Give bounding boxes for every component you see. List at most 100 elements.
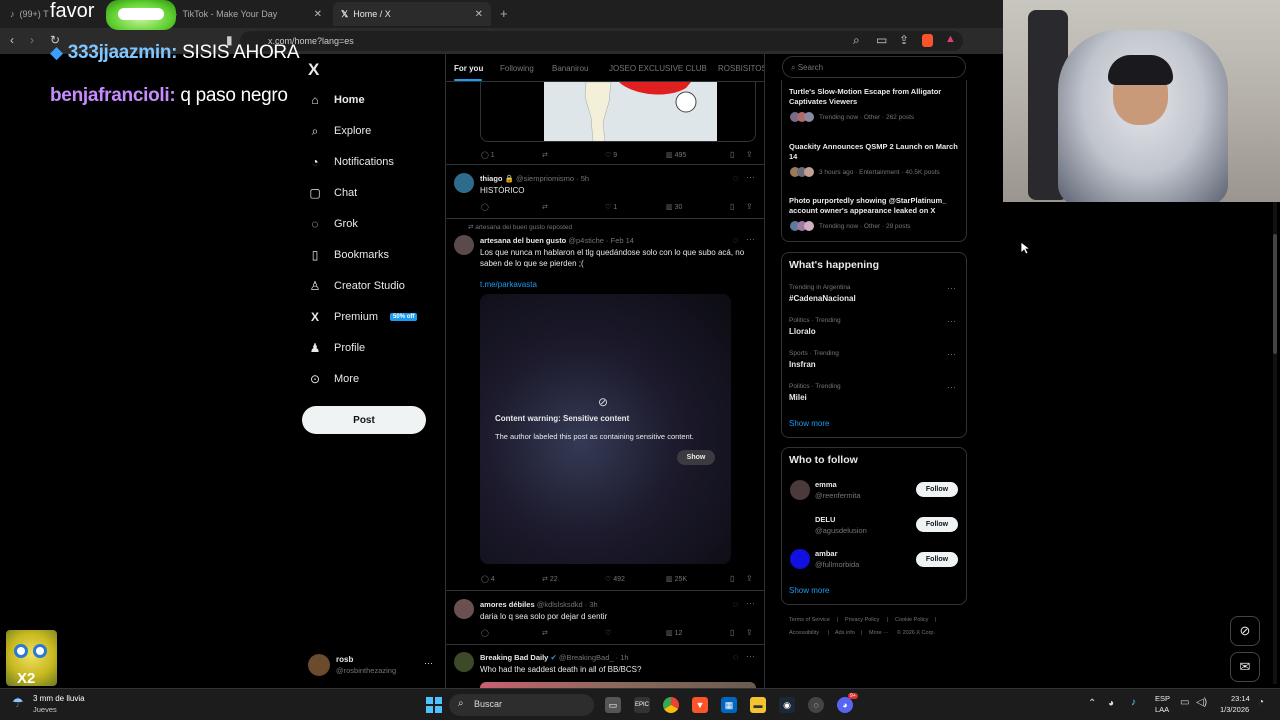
reply-button[interactable]: ◯ — [481, 203, 489, 211]
nav-premium[interactable]: X Premium 50% off — [308, 305, 418, 329]
grok-icon[interactable]: ◌ — [733, 235, 738, 245]
discord-tray-icon[interactable]: ◕ — [1108, 698, 1114, 709]
avatar[interactable] — [790, 480, 810, 500]
trend-name[interactable]: Lloralo — [789, 327, 816, 336]
brave-icon[interactable]: ▼ — [692, 697, 708, 713]
footer-cookie-link[interactable]: Cookie Policy — [895, 617, 928, 623]
close-icon[interactable]: ✕ — [475, 9, 483, 20]
show-more-link[interactable]: Show more — [789, 419, 829, 428]
brave-rewards-icon[interactable]: ▲ — [945, 33, 956, 45]
suggested-user-name[interactable]: emma — [815, 480, 837, 489]
share-icon[interactable]: ⇪ — [746, 202, 753, 211]
tab-for-you[interactable]: For you — [454, 64, 483, 73]
bookmark-icon[interactable]: ▯ — [730, 202, 734, 211]
show-button[interactable]: Show — [677, 450, 715, 465]
grok-float-button[interactable]: ⊘ — [1230, 616, 1260, 646]
steam-icon[interactable]: ◉ — [779, 697, 795, 713]
browser-tab-active[interactable]: 𝕏 Home / X ✕ — [333, 2, 491, 26]
grok-icon[interactable]: ◌ — [733, 599, 738, 609]
views-button[interactable]: ▥ 25K — [666, 575, 687, 583]
footer-terms-link[interactable]: Terms of Service — [789, 617, 830, 623]
browser-tab[interactable]: ♪ TikTok - Make Your Day ✕ — [165, 3, 330, 25]
more-dots-icon[interactable]: ··· — [947, 349, 956, 359]
search-input[interactable]: ⌕ Search — [782, 56, 966, 78]
brave-shield-icon[interactable] — [922, 34, 933, 47]
author-name[interactable]: amores débiles — [480, 600, 535, 609]
footer-privacy-link[interactable]: Privacy Policy — [845, 617, 879, 623]
reply-button[interactable]: ◯ 1 — [481, 151, 495, 159]
post-time[interactable]: · 3h — [585, 600, 598, 609]
avatar[interactable] — [454, 173, 474, 193]
more-dots-icon[interactable]: ··· — [947, 283, 956, 293]
windows-start-icon[interactable] — [426, 697, 442, 713]
bookmark-icon[interactable]: ▯ — [730, 628, 734, 637]
scrollbar-thumb[interactable] — [1273, 234, 1277, 354]
file-explorer-icon[interactable]: ▬ — [750, 697, 766, 713]
tab-rosbisitos[interactable]: ROSBISITOS — [718, 64, 764, 73]
messages-float-button[interactable]: ✉ — [1230, 652, 1260, 682]
more-dots-icon[interactable]: ··· — [746, 598, 755, 608]
share-icon[interactable]: ⇪ — [746, 150, 753, 159]
cast-icon[interactable]: ▭ — [876, 33, 887, 47]
avatar[interactable] — [790, 514, 810, 534]
more-dots-icon[interactable]: ··· — [746, 234, 755, 244]
nav-more[interactable]: ⊙ More — [308, 367, 359, 391]
discord-icon[interactable]: ◕ — [837, 697, 853, 713]
share-icon[interactable]: ⇪ — [899, 33, 909, 47]
more-dots-icon[interactable]: ··· — [947, 382, 956, 392]
weather-text[interactable]: 3 mm de lluvia — [33, 694, 85, 703]
task-view-icon[interactable]: ▭ — [605, 697, 621, 713]
repost-button[interactable]: ⇄ — [542, 151, 548, 159]
reply-button[interactable]: ◯ — [481, 629, 489, 637]
forward-icon[interactable]: › — [30, 33, 34, 47]
app-icon[interactable]: ◌ — [808, 697, 824, 713]
footer-accessibility-link[interactable]: Accessibility — [789, 630, 819, 636]
share-icon[interactable]: ⇪ — [746, 628, 753, 637]
chrome-icon[interactable] — [663, 697, 679, 713]
tab-following[interactable]: Following — [500, 64, 534, 73]
like-button[interactable]: ♡ 492 — [605, 575, 625, 583]
news-title[interactable]: Turtle's Slow-Motion Escape from Alligat… — [789, 87, 959, 107]
chevron-up-icon[interactable]: ⌃ — [1088, 698, 1096, 709]
news-title[interactable]: Photo purportedly showing @StarPlatinum_… — [789, 196, 959, 216]
post-time[interactable]: · 5h — [576, 174, 589, 183]
nav-chat[interactable]: ▢ Chat — [308, 181, 357, 205]
back-icon[interactable]: ‹ — [10, 33, 14, 47]
trend-name[interactable]: Milei — [789, 393, 807, 402]
views-button[interactable]: ▥ 12 — [666, 629, 682, 637]
store-icon[interactable]: ▦ — [721, 697, 737, 713]
more-dots-icon[interactable]: ··· — [947, 316, 956, 326]
x-logo[interactable]: X — [308, 60, 319, 80]
zoom-icon[interactable]: ⌕ — [853, 33, 860, 48]
follow-button[interactable]: Follow — [916, 517, 958, 532]
repost-button[interactable]: ⇄ 22 — [542, 575, 558, 583]
nav-grok[interactable]: ◌ Grok — [308, 212, 357, 236]
like-button[interactable]: ♡ — [605, 629, 611, 637]
more-dots-icon[interactable]: ··· — [746, 172, 755, 182]
repost-button[interactable]: ⇄ — [542, 629, 548, 637]
clock-time[interactable]: 23:14 — [1231, 694, 1250, 703]
suggested-user-name[interactable]: ambar — [815, 549, 838, 558]
post-button[interactable]: Post — [302, 406, 426, 434]
author-handle[interactable]: @BreakingBad_ — [559, 653, 614, 662]
follow-button[interactable]: Follow — [916, 482, 958, 497]
nav-home[interactable]: ⌂ Home — [308, 88, 364, 112]
sensitive-media[interactable]: ⊘ Content warning: Sensitive content The… — [480, 294, 731, 564]
grok-icon[interactable]: ◌ — [733, 173, 738, 183]
footer-more-link[interactable]: More ··· — [869, 630, 889, 636]
post-link[interactable]: t.me/parkavasta — [480, 279, 537, 290]
trend-name[interactable]: Insfran — [789, 360, 816, 369]
grok-icon[interactable]: ◌ — [733, 652, 738, 662]
post-media[interactable] — [480, 82, 756, 142]
weather-icon[interactable]: ☂ — [12, 695, 24, 711]
nav-notifications[interactable]: ◔ Notifications — [308, 150, 394, 174]
follow-button[interactable]: Follow — [916, 552, 958, 567]
views-button[interactable]: ▥ 495 — [666, 151, 686, 159]
show-more-link[interactable]: Show more — [789, 586, 829, 595]
author-handle[interactable]: @kdlslsksdkd — [537, 600, 583, 609]
taskbar-search[interactable]: ⌕ Buscar — [449, 694, 594, 716]
avatar[interactable] — [790, 549, 810, 569]
tab-bananirou[interactable]: Bananirou — [552, 64, 588, 73]
author-handle[interactable]: @siempriomismo — [516, 174, 574, 183]
avatar[interactable] — [454, 599, 474, 619]
